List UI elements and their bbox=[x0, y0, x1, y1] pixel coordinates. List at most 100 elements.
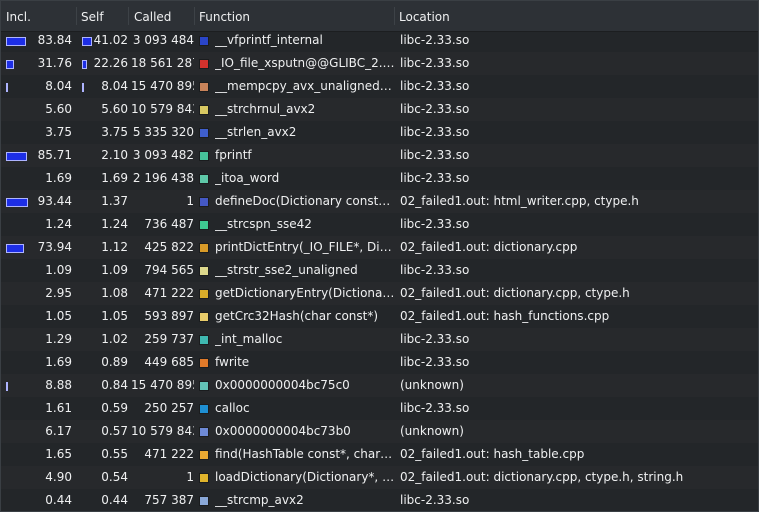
table-row[interactable]: 31.76 22.26 18 561 287 _IO_file_xsputn@@GLI… bbox=[1, 52, 758, 75]
incl-value: 5.60 bbox=[45, 102, 72, 116]
incl-value: 93.44 bbox=[37, 194, 72, 208]
incl-cost-bar bbox=[6, 244, 24, 253]
incl-value: 3.75 bbox=[45, 125, 72, 139]
self-value: 1.08 bbox=[101, 286, 128, 300]
function-color-swatch bbox=[199, 243, 209, 253]
table-row[interactable]: 83.84 41.02 3 093 484 __vfprintf_internal li… bbox=[1, 29, 758, 52]
self-value: 41.02 bbox=[93, 33, 128, 47]
table-row[interactable]: 1.05 1.05 593 897 getCrc32Hash(char const*)… bbox=[1, 305, 758, 328]
self-cost-bar bbox=[82, 60, 88, 69]
function-location: libc-2.33.so bbox=[400, 125, 470, 139]
called-count: 593 897 bbox=[144, 309, 194, 323]
table-row[interactable]: 0.44 0.44 757 387 __strcmp_avx2 libc-2.33.so bbox=[1, 489, 758, 511]
table-row[interactable]: 93.44 1.37 1 defineDoc(Dictionary const*, c… bbox=[1, 190, 758, 213]
incl-value: 1.69 bbox=[45, 171, 72, 185]
called-count: 1 bbox=[186, 470, 194, 484]
table-header: Incl. Self Called Function Location bbox=[1, 1, 758, 32]
function-location: libc-2.33.so bbox=[400, 217, 470, 231]
function-location: libc-2.33.so bbox=[400, 102, 470, 116]
table-row[interactable]: 5.60 5.60 10 579 843 __strchrnul_avx2 libc-2… bbox=[1, 98, 758, 121]
function-color-swatch bbox=[199, 473, 209, 483]
called-count: 3 093 484 bbox=[132, 33, 194, 47]
function-location: libc-2.33.so bbox=[400, 148, 470, 162]
column-header-self[interactable]: Self bbox=[81, 1, 104, 31]
incl-cost-bar bbox=[6, 83, 8, 92]
incl-value: 1.09 bbox=[45, 263, 72, 277]
called-count: 10 579 843 bbox=[131, 102, 194, 116]
self-value: 0.89 bbox=[101, 355, 128, 369]
incl-value: 8.88 bbox=[45, 378, 72, 392]
function-name: __strstr_sse2_unaligned bbox=[215, 263, 358, 277]
table-row[interactable]: 1.65 0.55 471 222 find(HashTable const*, ch… bbox=[1, 443, 758, 466]
column-header-location[interactable]: Location bbox=[399, 1, 450, 31]
self-value: 1.12 bbox=[101, 240, 128, 254]
column-header-function[interactable]: Function bbox=[199, 1, 250, 31]
called-count: 2 196 438 bbox=[132, 171, 194, 185]
function-color-swatch bbox=[199, 450, 209, 460]
column-divider[interactable] bbox=[394, 7, 395, 25]
table-row[interactable]: 2.95 1.08 471 222 getDictionaryEntry(Dictio… bbox=[1, 282, 758, 305]
function-name: printDictEntry(_IO_FILE*, DictEntry cons… bbox=[215, 240, 395, 254]
table-row[interactable]: 1.69 0.89 449 685 fwrite libc-2.33.so bbox=[1, 351, 758, 374]
function-name: __strcmp_avx2 bbox=[215, 493, 304, 507]
called-count: 425 822 bbox=[144, 240, 194, 254]
table-row[interactable]: 73.94 1.12 425 822 printDictEntry(_IO_FILE*… bbox=[1, 236, 758, 259]
function-location: (unknown) bbox=[400, 378, 464, 392]
incl-value: 6.17 bbox=[45, 424, 72, 438]
table-row[interactable]: 6.17 0.57 10 579 843 0x0000000004bc73b0 (unk… bbox=[1, 420, 758, 443]
function-color-swatch bbox=[199, 358, 209, 368]
table-row[interactable]: 1.24 1.24 736 487 __strcspn_sse42 libc-2.33.… bbox=[1, 213, 758, 236]
called-count: 471 222 bbox=[144, 286, 194, 300]
function-color-swatch bbox=[199, 105, 209, 115]
function-color-swatch bbox=[199, 59, 209, 69]
called-count: 15 470 895 bbox=[131, 378, 194, 392]
function-color-swatch bbox=[199, 496, 209, 506]
function-name: loadDictionary(Dictionary*, char const*) bbox=[215, 470, 395, 484]
self-value: 2.10 bbox=[101, 148, 128, 162]
called-count: 449 685 bbox=[144, 355, 194, 369]
column-divider[interactable] bbox=[76, 7, 77, 25]
column-divider[interactable] bbox=[194, 7, 195, 25]
function-location: libc-2.33.so bbox=[400, 33, 470, 47]
table-row[interactable]: 3.75 3.75 5 335 320 __strlen_avx2 libc-2.33.… bbox=[1, 121, 758, 144]
self-value: 1.09 bbox=[101, 263, 128, 277]
function-color-swatch bbox=[199, 220, 209, 230]
function-location: libc-2.33.so bbox=[400, 401, 470, 415]
incl-value: 1.29 bbox=[45, 332, 72, 346]
table-row[interactable]: 4.90 0.54 1 loadDictionary(Dictionary*, cha… bbox=[1, 466, 758, 489]
column-header-called[interactable]: Called bbox=[134, 1, 171, 31]
function-name: __strlen_avx2 bbox=[215, 125, 297, 139]
function-name: __strchrnul_avx2 bbox=[215, 102, 316, 116]
table-row[interactable]: 1.61 0.59 250 257 calloc libc-2.33.so bbox=[1, 397, 758, 420]
function-name: __strcspn_sse42 bbox=[215, 217, 312, 231]
called-count: 5 335 320 bbox=[132, 125, 194, 139]
incl-value: 8.04 bbox=[45, 79, 72, 93]
function-location: libc-2.33.so bbox=[400, 56, 470, 70]
function-location: 02_failed1.out: dictionary.cpp, ctype.h,… bbox=[400, 470, 684, 484]
incl-cost-bar bbox=[6, 60, 14, 69]
called-count: 250 257 bbox=[144, 401, 194, 415]
function-name: fprintf bbox=[215, 148, 252, 162]
table-row[interactable]: 8.04 8.04 15 470 895 __mempcpy_avx_unaligne… bbox=[1, 75, 758, 98]
function-name: __mempcpy_avx_unaligned_erms bbox=[215, 79, 395, 93]
table-row[interactable]: 1.09 1.09 794 565 __strstr_sse2_unaligned li… bbox=[1, 259, 758, 282]
function-name: find(HashTable const*, char const*) bbox=[215, 447, 395, 461]
function-location: libc-2.33.so bbox=[400, 79, 470, 93]
incl-value: 1.69 bbox=[45, 355, 72, 369]
incl-cost-bar bbox=[6, 382, 9, 391]
function-color-swatch bbox=[199, 381, 209, 391]
self-value: 5.60 bbox=[101, 102, 128, 116]
function-name: getDictionaryEntry(Dictionary const*, ch… bbox=[215, 286, 395, 300]
function-color-swatch bbox=[199, 36, 209, 46]
table-row[interactable]: 1.29 1.02 259 737 _int_malloc libc-2.33.so bbox=[1, 328, 758, 351]
function-location: libc-2.33.so bbox=[400, 355, 470, 369]
column-divider[interactable] bbox=[128, 7, 129, 25]
function-color-swatch bbox=[199, 151, 209, 161]
function-location: 02_failed1.out: dictionary.cpp bbox=[400, 240, 578, 254]
table-row[interactable]: 8.88 0.84 15 470 895 0x0000000004bc75c0 (unk… bbox=[1, 374, 758, 397]
column-header-incl[interactable]: Incl. bbox=[6, 1, 31, 31]
function-location: 02_failed1.out: html_writer.cpp, ctype.h bbox=[400, 194, 639, 208]
incl-value: 1.05 bbox=[45, 309, 72, 323]
table-row[interactable]: 85.71 2.10 3 093 482 fprintf libc-2.33.so bbox=[1, 144, 758, 167]
table-row[interactable]: 1.69 1.69 2 196 438 _itoa_word libc-2.33.so bbox=[1, 167, 758, 190]
